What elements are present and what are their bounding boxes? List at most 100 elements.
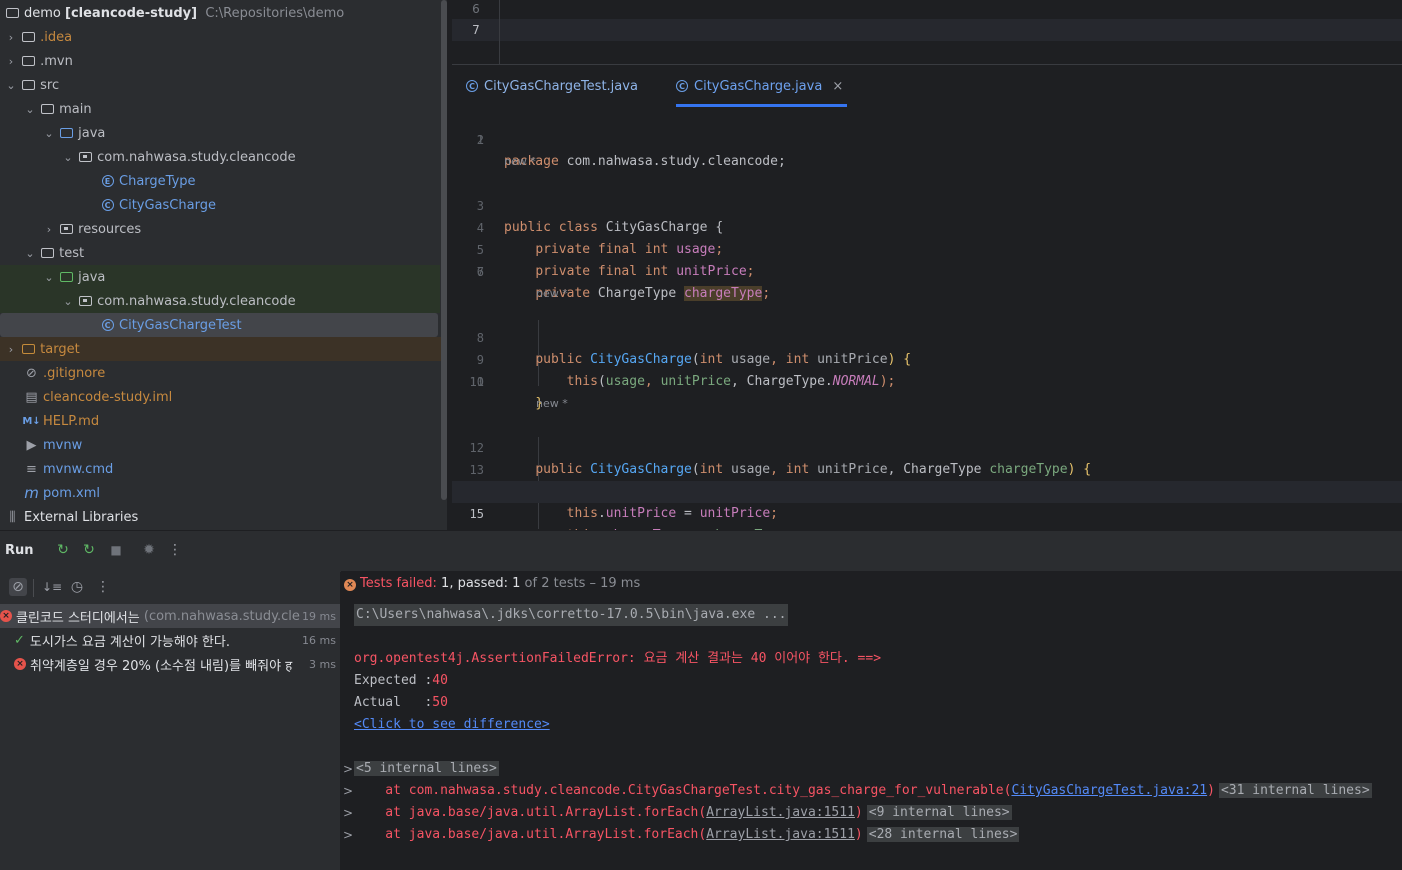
folded-lines[interactable]: <31 internal lines> <box>1218 783 1372 798</box>
tree-item-test-java[interactable]: ⌄ java <box>0 265 440 289</box>
source-link[interactable]: CityGasChargeTest.java:21 <box>1011 783 1207 798</box>
check-icon: ✓ <box>14 632 25 648</box>
error-icon: × <box>344 579 356 591</box>
test-tree-toolbar: ⊘ ↓≡ ◷ ⋮ <box>0 571 340 603</box>
project-scrollbar[interactable] <box>441 0 447 500</box>
chevron-down-icon[interactable]: ⌄ <box>43 271 55 284</box>
test-row-fail[interactable]: × 취약계층일 경우 20% (소수점 내림)를 빼줘야 ह 3 ms <box>0 652 340 676</box>
rerun-failed-icon[interactable]: ↻ <box>80 541 98 559</box>
code-editor[interactable]: 1 package com.nahwasa.study.cleancode; 2… <box>452 107 1402 530</box>
run-title: Run <box>5 543 34 558</box>
folder-icon <box>21 30 36 44</box>
run-toolbar: Run ↻ ↻ ■ ✹ ⋮ <box>0 530 1402 572</box>
code-line-13: 13 this.usage = usage; <box>469 463 716 499</box>
console-output[interactable]: × Tests failed: 1, passed: 1 of 2 tests –… <box>341 571 1402 870</box>
error-icon: × <box>14 658 26 670</box>
java-command[interactable]: C:\Users\nahwasa\.jdks\corretto-17.0.5\b… <box>354 604 789 626</box>
test-row-suite[interactable]: × 클린코드 스터디에서는 (com.nahwasa.study.cle 19 … <box>0 604 340 628</box>
current-line-highlight <box>452 19 1402 41</box>
module-folder-icon <box>5 6 20 20</box>
tree-item-mvnw[interactable]: ▶ mvnw <box>24 433 447 457</box>
excluded-folder-icon <box>21 342 36 356</box>
code-line-11: 11 <box>469 375 484 389</box>
class-icon: C <box>466 80 478 92</box>
sort-icon[interactable]: ↓≡ <box>42 578 62 596</box>
chevron-down-icon[interactable]: ⌄ <box>24 103 36 116</box>
diff-link[interactable]: <Click to see difference> <box>354 714 550 736</box>
folder-icon <box>21 78 36 92</box>
chevron-right-icon[interactable]: › <box>5 31 17 44</box>
tree-item-mvn[interactable]: › .mvn <box>5 49 445 73</box>
tree-item-idea[interactable]: › .idea <box>5 25 445 49</box>
source-link[interactable]: ArrayList.java:1511 <box>706 805 855 820</box>
tree-item-chargetype[interactable]: E ChargeType <box>100 169 447 193</box>
tree-item-java[interactable]: ⌄ java <box>43 121 447 145</box>
tree-item-pom[interactable]: m pom.xml <box>24 481 447 505</box>
code-line-2: 2 <box>476 133 484 147</box>
tree-item-target[interactable]: › target <box>0 337 447 361</box>
tab-citygascharge[interactable]: C CityGasCharge.java × <box>676 65 848 107</box>
expand-icon[interactable]: > <box>343 784 353 798</box>
debug-icon[interactable]: ✹ <box>140 541 158 559</box>
folded-lines[interactable]: <9 internal lines> <box>866 805 1012 820</box>
tree-item-src[interactable]: ⌄ src <box>5 73 445 97</box>
tree-item-resources[interactable]: › resources <box>43 217 447 241</box>
tree-item-test-package[interactable]: ⌄ com.nahwasa.study.cleancode <box>0 289 440 313</box>
package-icon <box>78 150 93 164</box>
history-icon[interactable]: ◷ <box>68 578 86 596</box>
editor-split-top: 6 7 <box>452 0 1402 64</box>
more-icon[interactable]: ⋮ <box>94 578 112 596</box>
rerun-icon[interactable]: ↻ <box>54 541 72 559</box>
tab-citygaschargetest[interactable]: C CityGasChargeTest.java <box>466 65 638 107</box>
chevron-down-icon[interactable]: ⌄ <box>24 247 36 260</box>
code-line-14: 14 this.unitPrice = unitPrice; <box>470 485 778 521</box>
chevron-right-icon[interactable]: › <box>43 223 55 236</box>
more-icon[interactable]: ⋮ <box>166 541 184 559</box>
tree-item-test[interactable]: ⌄ test <box>24 241 447 265</box>
source-link[interactable]: ArrayList.java:1511 <box>706 827 855 842</box>
expand-icon[interactable]: > <box>343 806 353 820</box>
tree-item-external-libraries[interactable]: ⫼ External Libraries <box>5 505 445 529</box>
chevron-right-icon[interactable]: › <box>5 343 17 356</box>
chevron-down-icon[interactable]: ⌄ <box>43 127 55 140</box>
chevron-down-icon[interactable]: ⌄ <box>62 151 74 164</box>
text-file-icon: ≡ <box>26 461 37 477</box>
show-passed-icon[interactable]: ⊘ <box>9 578 27 596</box>
gutter-divider <box>499 0 500 64</box>
tree-item-help[interactable]: M↓ HELP.md <box>22 409 447 433</box>
expand-icon[interactable]: > <box>343 762 353 776</box>
test-row-pass[interactable]: ✓ 도시가스 요금 계산이 가능해야 한다. 16 ms <box>0 628 340 652</box>
stack-line-3: at java.base/java.util.ArrayList.forEach… <box>354 827 1020 842</box>
code-hint: new * <box>504 155 536 168</box>
tree-item-package[interactable]: ⌄ com.nahwasa.study.cleancode <box>62 145 447 169</box>
folder-icon <box>40 246 55 260</box>
tree-item-mvnw-cmd[interactable]: ≡ mvnw.cmd <box>24 457 447 481</box>
actual-line: Actual :50 <box>354 695 448 710</box>
close-icon[interactable]: × <box>832 79 843 94</box>
line-number: 7 <box>472 23 480 37</box>
chevron-right-icon[interactable]: › <box>5 55 17 68</box>
code-line-16: 16 } <box>452 503 1402 530</box>
tree-root[interactable]: demo [cleancode-study] C:\Repositories\d… <box>5 1 445 25</box>
stop-icon[interactable]: ■ <box>107 541 125 559</box>
project-panel: demo [cleancode-study] C:\Repositories\d… <box>0 0 447 530</box>
tree-item-main[interactable]: ⌄ main <box>24 97 447 121</box>
code-line-7: 7 <box>476 265 484 279</box>
code-line-4: 4 private final int usage; <box>476 221 724 257</box>
folded-lines[interactable]: <28 internal lines> <box>866 827 1020 842</box>
toolbar-divider <box>33 579 34 597</box>
expand-icon[interactable]: > <box>343 828 353 842</box>
code-line-9: 9 this(usage, unitPrice, ChargeType.NORM… <box>476 353 896 389</box>
internal-lines-5[interactable]: <5 internal lines> <box>354 758 499 780</box>
tree-item-citygascharge[interactable]: C CityGasCharge <box>100 193 447 217</box>
test-tree: ⊘ ↓≡ ◷ ⋮ × 클린코드 스터디에서는 (com.nahwasa.stud… <box>0 571 340 870</box>
code-line-15: 15 this.chargeType = chargeType; <box>452 481 1402 530</box>
class-icon: C <box>100 198 115 212</box>
chevron-down-icon[interactable]: ⌄ <box>62 295 74 308</box>
class-icon: C <box>100 318 115 332</box>
tree-item-citygaschargetest[interactable]: C CityGasChargeTest <box>0 313 438 337</box>
tree-item-iml[interactable]: ▤ cleancode-study.iml <box>24 385 447 409</box>
tree-item-gitignore[interactable]: ⊘ .gitignore <box>24 361 447 385</box>
chevron-down-icon[interactable]: ⌄ <box>5 79 17 92</box>
line-number: 6 <box>472 2 480 16</box>
